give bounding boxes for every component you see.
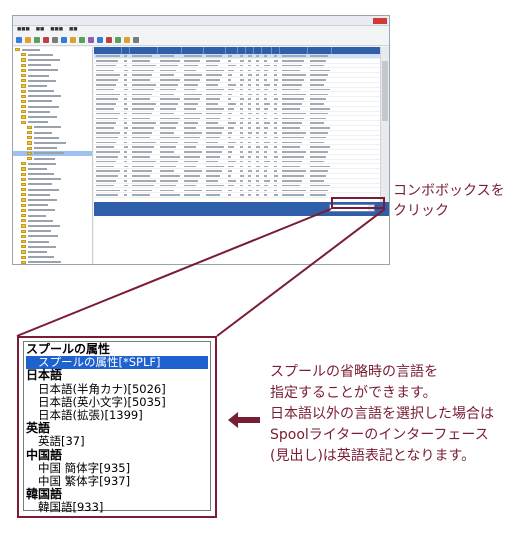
dropdown-option[interactable]: 英語[37] (26, 435, 208, 448)
description-text: スプールの省略時の言語を 指定することができます。 日本語以外の言語を選択した場… (270, 362, 494, 467)
arrow-left-icon (228, 412, 260, 428)
dropdown-list: スプールの属性 スプールの属性[*SPLF] 日本語 日本語(半角カナ)[5026] 日… (23, 341, 211, 514)
dropdown-group-label: 中国語 (26, 447, 63, 462)
dropdown-group-label: 日本語 (26, 368, 63, 383)
description-line: Spoolライターのインターフェース (270, 427, 489, 443)
description-line: スプールの省略時の言語を (270, 364, 438, 380)
dropdown-option[interactable]: 韓国語[933] (26, 501, 208, 514)
language-dropdown-enlarged: スプールの属性 スプールの属性[*SPLF] 日本語 日本語(半角カナ)[5026] 日… (17, 336, 217, 518)
description-line: 日本語以外の言語を選択した場合は (270, 406, 494, 422)
dropdown-option[interactable]: 日本語(半角カナ)[5026] (26, 382, 208, 396)
description-line: 指定することができます。 (270, 385, 437, 401)
dropdown-option[interactable]: 日本語(拡張)[1399] (26, 408, 208, 422)
description-line: (見出し)は英語表記となります。 (270, 448, 476, 464)
